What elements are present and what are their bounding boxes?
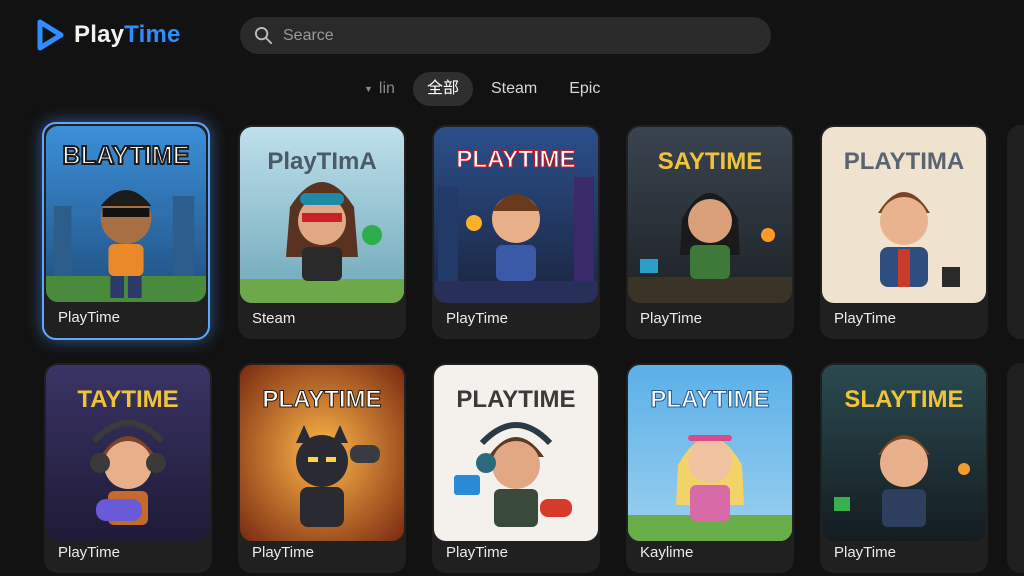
svg-text:SLAYTIME: SLAYTIME (844, 386, 963, 413)
game-title: PlayTime (640, 310, 702, 327)
game-title: PlayTime (834, 544, 896, 561)
game-title: PlayTime (446, 544, 508, 561)
game-cover-art: PLAYTIME (240, 365, 404, 541)
game-title: Kaylime (640, 544, 694, 561)
game-card[interactable]: TAYTIME PlayTime (44, 363, 212, 573)
game-grid: BLAYTIME PlayTime PlayTImA Steam PLAYTIM… (0, 0, 1024, 576)
game-cover-art: PlayTImA (240, 127, 404, 303)
svg-text:PLAYTIME: PLAYTIME (650, 386, 769, 413)
svg-text:PLAYTIME: PLAYTIME (456, 386, 575, 413)
svg-text:PLAYTIMA: PLAYTIMA (844, 148, 964, 175)
game-card-partial[interactable] (1007, 125, 1024, 339)
game-card[interactable]: PLAYTIME PlayTime (432, 125, 600, 339)
game-card[interactable]: PLAYTIME PlayTime (432, 363, 600, 573)
game-title: PlayTime (834, 310, 896, 327)
game-title: PlayTime (58, 309, 120, 326)
svg-text:PLAYTIME: PLAYTIME (262, 386, 381, 413)
svg-text:PlayTImA: PlayTImA (267, 148, 376, 175)
svg-text:BLAYTIME: BLAYTIME (62, 142, 189, 170)
game-card[interactable]: PlayTImA Steam (238, 125, 406, 339)
svg-text:SAYTIME: SAYTIME (658, 148, 762, 175)
svg-text:PLAYTIME: PLAYTIME (456, 146, 575, 173)
game-card[interactable]: PLAYTIME Kaylime (626, 363, 794, 573)
game-title: PlayTime (252, 544, 314, 561)
game-cover-art: TAYTIME (46, 365, 210, 541)
game-card[interactable]: PLAYTIMA PlayTime (820, 125, 988, 339)
game-cover-art: PLAYTIME (628, 365, 792, 541)
game-cover-art: BLAYTIME (46, 126, 206, 302)
game-card[interactable]: PLAYTIME PlayTime (238, 363, 406, 573)
game-card[interactable]: SLAYTIME PlayTime (820, 363, 988, 573)
game-title: PlayTime (446, 310, 508, 327)
game-title: Steam (252, 310, 296, 327)
game-card-partial[interactable] (1007, 363, 1024, 573)
game-title: PlayTime (58, 544, 120, 561)
game-card[interactable]: SAYTIME PlayTime (626, 125, 794, 339)
game-cover-art: PLAYTIME (434, 365, 598, 541)
game-cover-art: PLAYTIMA (822, 127, 986, 303)
game-cover-art: SAYTIME (628, 127, 792, 303)
svg-text:TAYTIME: TAYTIME (77, 386, 178, 413)
game-card[interactable]: BLAYTIME PlayTime (42, 122, 210, 340)
game-cover-art: PLAYTIME (434, 127, 598, 303)
game-cover-art: SLAYTIME (822, 365, 986, 541)
